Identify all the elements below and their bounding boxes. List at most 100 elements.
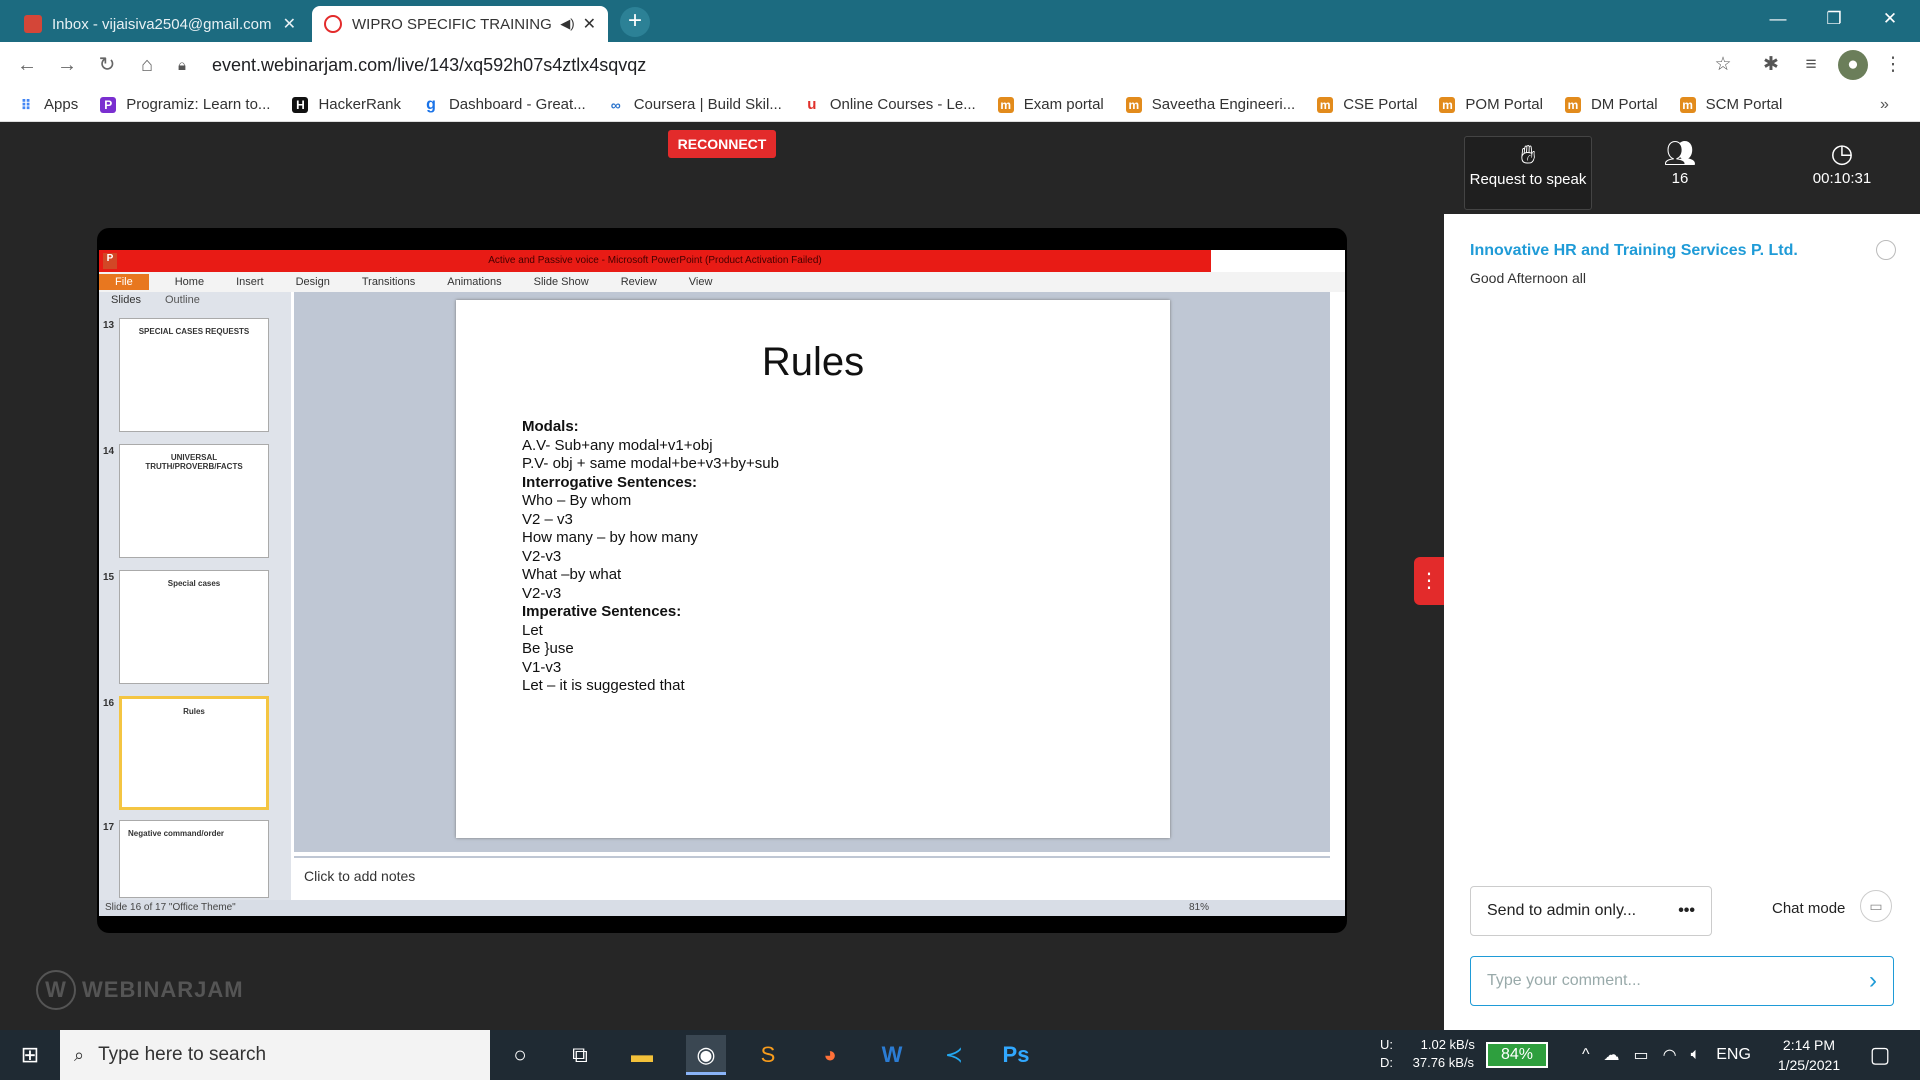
send-to-select[interactable]: Send to admin only... ••• (1470, 886, 1712, 936)
ppt-tab-file[interactable]: File (99, 274, 149, 290)
chat-sender[interactable]: Innovative HR and Training Services P. L… (1470, 242, 1798, 260)
moodle-icon: m (1564, 96, 1581, 113)
tray-expand-icon[interactable]: ^ (1582, 1046, 1590, 1064)
audio-playing-icon[interactable]: ◀) (560, 16, 574, 32)
more-icon: ••• (1678, 902, 1695, 919)
slide-thumb-13[interactable]: SPECIAL CASES REQUESTS (119, 318, 269, 432)
bookmark-dashboard[interactable]: g Dashboard - Great... (423, 96, 586, 113)
chat-select-radio[interactable] (1876, 240, 1896, 260)
word-icon[interactable]: W (872, 1035, 912, 1075)
battery-icon[interactable]: ▭ (1634, 1045, 1649, 1065)
notes-field[interactable]: Click to add notes (294, 856, 1330, 896)
chat-message: Good Afternoon all (1470, 270, 1586, 286)
profile-avatar[interactable]: ● (1838, 50, 1868, 80)
bookmark-pom-portal[interactable]: m POM Portal (1439, 96, 1543, 113)
comment-input[interactable]: Type your comment... › (1470, 956, 1894, 1006)
close-window-icon[interactable]: ✕ (1862, 0, 1918, 38)
send-arrow-icon[interactable]: › (1869, 967, 1877, 995)
bookmark-online-courses[interactable]: u Online Courses - Le... (804, 96, 976, 113)
media-control-icon[interactable]: ≡ (1796, 50, 1826, 80)
slide-thumb-15[interactable]: Special cases (119, 570, 269, 684)
tab-gmail[interactable]: Inbox - vijaisiva2504@gmail.com ✕ (12, 6, 308, 42)
slide-thumb-16[interactable]: Rules (119, 696, 269, 810)
slide-line: Be }use (522, 640, 574, 657)
bookmark-saveetha[interactable]: m Saveetha Engineeri... (1125, 96, 1295, 113)
thumb-number: 14 (103, 446, 115, 457)
pane-tab-slides[interactable]: Slides (111, 294, 141, 306)
timer-display: ◷ 00:10:31 (1782, 136, 1902, 210)
ppt-tab-review[interactable]: Review (621, 276, 657, 288)
volume-icon[interactable]: 🔈︎ (1691, 1046, 1701, 1064)
ppt-tab-design[interactable]: Design (296, 276, 330, 288)
onedrive-icon[interactable]: ☁ (1604, 1045, 1620, 1065)
close-tab-icon[interactable]: ✕ (283, 14, 296, 34)
more-bookmarks-icon[interactable]: » (1880, 96, 1889, 114)
slide-thumb-14[interactable]: UNIVERSAL TRUTH/PROVERB/FACTS (119, 444, 269, 558)
language-indicator[interactable]: ENG (1716, 1046, 1751, 1064)
bookmark-dm-portal[interactable]: m DM Portal (1564, 96, 1658, 113)
slide-line: A.V- Sub+any modal+v1+obj (522, 436, 713, 454)
bookmark-scm-portal[interactable]: m SCM Portal (1679, 96, 1782, 113)
address-bar[interactable]: 🔒︎ event.webinarjam.com/live/143/xq592h0… (178, 46, 1748, 84)
windows-taskbar: ⊞ ⌕ Type here to search ○ ⧉ ▬ ◉ S ◕ W ≺ … (0, 1030, 1920, 1080)
minimize-icon[interactable]: — (1750, 0, 1806, 38)
sublime-text-icon[interactable]: S (748, 1035, 788, 1075)
thumb-number: 16 (103, 698, 115, 709)
taskbar-clock[interactable]: 2:14 PM 1/25/2021 (1764, 1035, 1854, 1075)
chrome-icon[interactable]: ◉ (686, 1035, 726, 1075)
webinar-controls: ✋︎ Request to speak 👥︎ 16 ◷ 00:10:31 (1444, 122, 1920, 214)
home-icon[interactable]: ⌂ (132, 50, 162, 80)
slide-counter: Slide 16 of 17 "Office Theme" (105, 902, 236, 913)
reload-icon[interactable]: ↻ (92, 50, 122, 80)
vscode-icon[interactable]: ≺ (934, 1035, 974, 1075)
webinarjam-logo-icon: W (36, 970, 76, 1010)
tab-webinar[interactable]: WIPRO SPECIFIC TRAINING - ◀) ✕ (312, 6, 608, 42)
wifi-icon[interactable]: ◠ (1663, 1045, 1677, 1065)
moodle-icon: m (1439, 96, 1456, 113)
back-icon[interactable]: ← (12, 50, 42, 80)
ppt-tab-view[interactable]: View (689, 276, 713, 288)
panel-toggle-button[interactable]: ⋮ (1414, 557, 1444, 605)
slide-thumb-17[interactable]: Negative command/order (119, 820, 269, 898)
task-view-icon[interactable]: ⧉ (560, 1035, 600, 1075)
bookmark-cse-portal[interactable]: m CSE Portal (1317, 96, 1417, 113)
request-to-speak-button[interactable]: ✋︎ Request to speak (1464, 136, 1592, 210)
ppt-tab-insert[interactable]: Insert (236, 276, 264, 288)
extensions-icon[interactable]: ✱ (1756, 50, 1786, 80)
chat-mode-icon[interactable]: ▭ (1860, 890, 1892, 922)
restore-icon[interactable]: ❐ (1806, 0, 1862, 38)
ppt-tab-slideshow[interactable]: Slide Show (534, 276, 589, 288)
cortana-icon[interactable]: ○ (500, 1035, 540, 1075)
thumb-number: 17 (103, 822, 115, 833)
hand-icon: ✋︎ (1520, 139, 1536, 169)
bookmark-exam-portal[interactable]: m Exam portal (997, 96, 1104, 113)
coursera-icon: ∞ (610, 96, 621, 113)
attendees-button[interactable]: 👥︎ 16 (1630, 136, 1730, 210)
menu-icon[interactable]: ⋮ (1878, 50, 1908, 80)
slide-line: Who – By whom (522, 492, 632, 509)
network-speed: U: 1.02 kB/s D: 37.76 kB/s (1380, 1037, 1475, 1070)
ppt-tab-animations[interactable]: Animations (447, 276, 501, 288)
thumb-number: 15 (103, 572, 115, 583)
ppt-tab-transitions[interactable]: Transitions (362, 276, 415, 288)
bookmark-apps[interactable]: ⠿ Apps (18, 96, 79, 113)
firefox-icon[interactable]: ◕ (810, 1035, 850, 1075)
bookmark-hackerrank[interactable]: H HackerRank (292, 96, 401, 113)
reconnect-button[interactable]: RECONNECT (668, 130, 776, 158)
photoshop-icon[interactable]: Ps (996, 1035, 1036, 1075)
bookmarks-bar: ⠿ Apps P Programiz: Learn to... H HackerRan… (0, 88, 1920, 122)
ppt-tab-home[interactable]: Home (175, 276, 204, 288)
new-tab-button[interactable]: + (620, 7, 650, 37)
taskbar-search[interactable]: ⌕ Type here to search (60, 1030, 490, 1080)
bookmark-coursera[interactable]: ∞ Coursera | Build Skil... (608, 96, 782, 113)
pane-tab-outline[interactable]: Outline (165, 294, 200, 306)
bookmark-programiz[interactable]: P Programiz: Learn to... (100, 96, 270, 113)
windows-start-icon[interactable]: ⊞ (10, 1035, 50, 1075)
bookmark-star-icon[interactable]: ☆ (1708, 50, 1738, 80)
notifications-icon[interactable]: ▢ (1860, 1035, 1900, 1075)
forward-icon[interactable]: → (52, 50, 82, 80)
slide-line: What –by what (522, 566, 622, 583)
ppt-status-bar: Slide 16 of 17 "Office Theme" 81% (99, 900, 1345, 916)
file-explorer-icon[interactable]: ▬ (622, 1035, 662, 1075)
close-tab-icon[interactable]: ✕ (583, 14, 596, 34)
